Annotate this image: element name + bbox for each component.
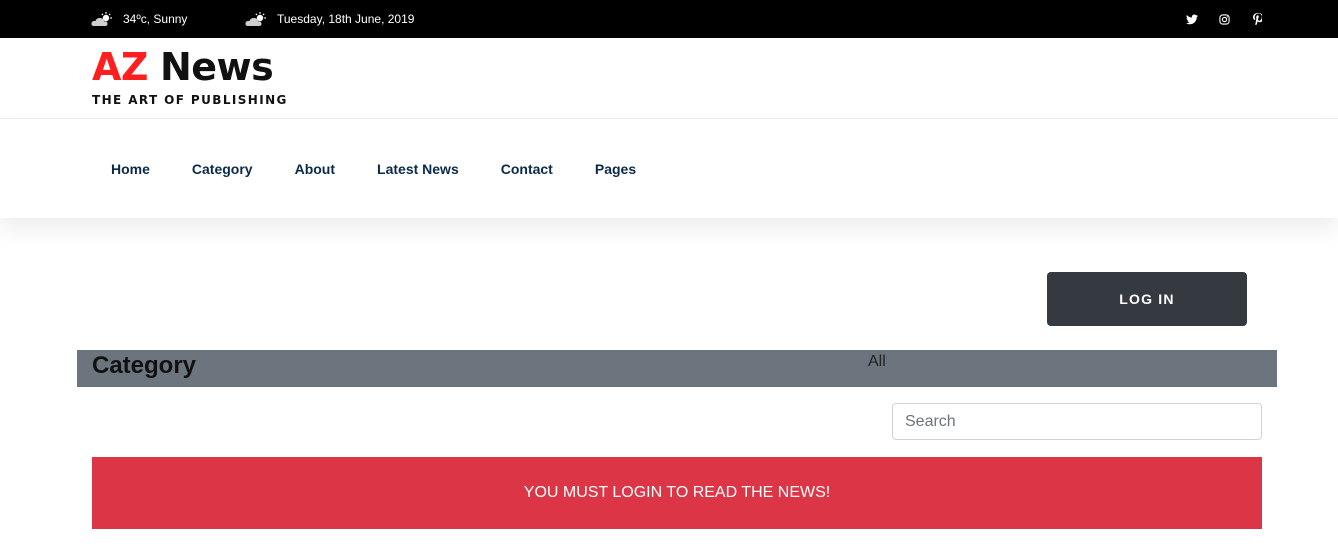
weather-text: 34ºc, Sunny <box>123 12 188 26</box>
date-info: Tuesday, 18th June, 2019 <box>245 0 414 38</box>
cloud-sun-icon <box>245 11 268 27</box>
instagram-icon[interactable] <box>1218 13 1231 26</box>
top-bar: 34ºc, Sunny Tuesday, 18th June, 2019 <box>0 0 1338 38</box>
login-button[interactable]: LOG IN <box>1047 272 1247 326</box>
date-text: Tuesday, 18th June, 2019 <box>277 12 415 26</box>
alert-message: YOU MUST LOGIN TO READ THE NEWS! <box>523 484 831 501</box>
nav-pages[interactable]: Pages <box>595 161 636 177</box>
social-links <box>1185 0 1264 38</box>
main-navbar: Home Category About Latest News Contact … <box>0 119 1338 218</box>
category-filter-all[interactable]: All <box>868 353 886 371</box>
logo-az: AZ <box>92 45 148 89</box>
nav-about[interactable]: About <box>295 161 335 177</box>
cloud-sun-icon <box>91 11 114 27</box>
main-nav: Home Category About Latest News Contact … <box>111 119 636 218</box>
login-required-alert: YOU MUST LOGIN TO READ THE NEWS! <box>92 457 1262 529</box>
logo-tagline: THE ART OF PUBLISHING <box>92 93 288 107</box>
site-logo[interactable]: AZ News THE ART OF PUBLISHING <box>92 45 288 107</box>
category-title: Category <box>92 352 197 379</box>
pinterest-icon[interactable] <box>1251 13 1264 26</box>
weather-info: 34ºc, Sunny <box>91 0 187 38</box>
logo-wordmark: AZ News <box>92 45 288 89</box>
search-input[interactable] <box>892 403 1262 440</box>
logo-news: News <box>159 45 274 89</box>
nav-contact[interactable]: Contact <box>501 161 553 177</box>
nav-category[interactable]: Category <box>192 161 253 177</box>
nav-latest-news[interactable]: Latest News <box>377 161 459 177</box>
nav-home[interactable]: Home <box>111 161 150 177</box>
category-bar: Category All <box>77 350 1277 387</box>
twitter-icon[interactable] <box>1185 13 1198 26</box>
